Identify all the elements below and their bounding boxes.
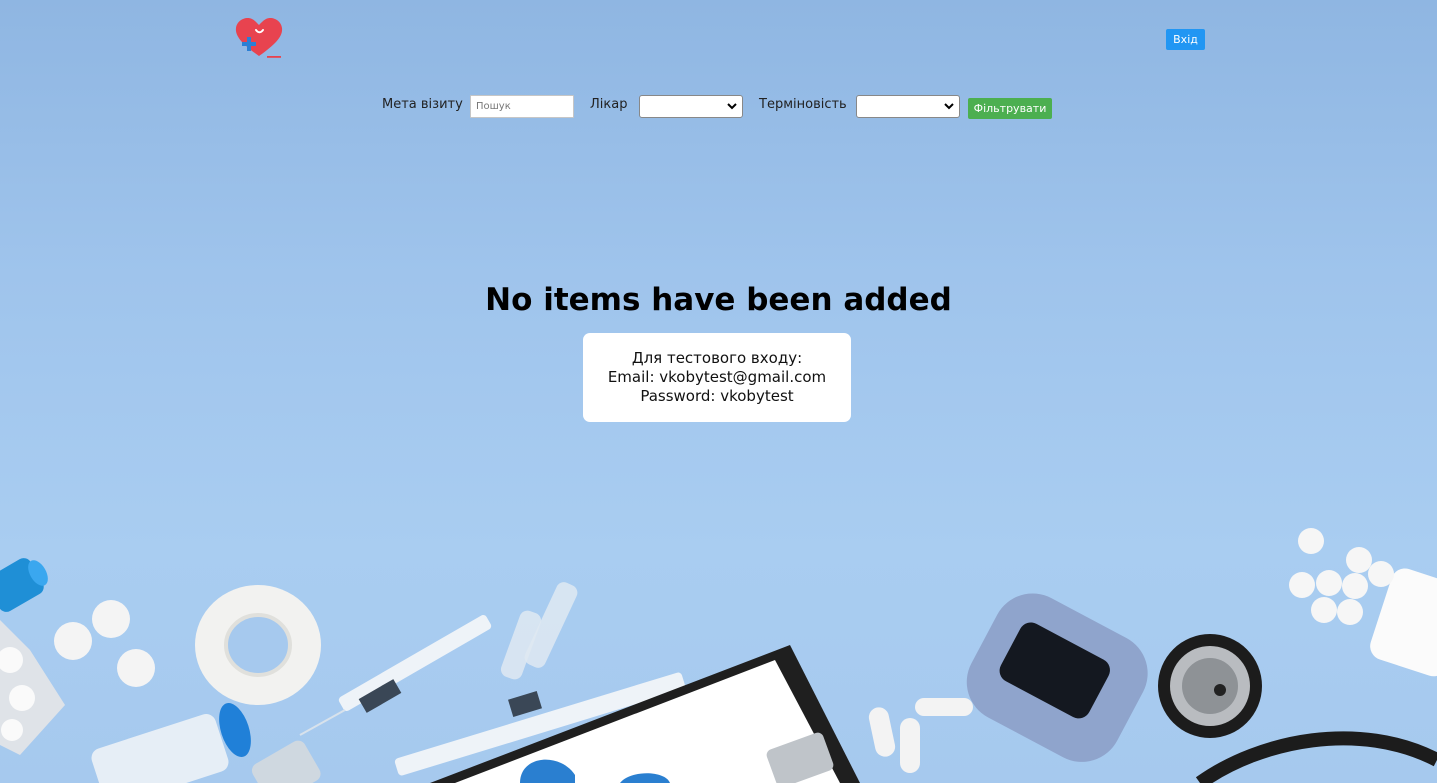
pills-icon <box>1289 528 1394 625</box>
medical-supplies-illustration <box>0 528 1437 783</box>
clipboard-icon <box>430 645 860 783</box>
urgency-select[interactable] <box>856 95 960 118</box>
heart-plus-logo[interactable] <box>234 16 284 60</box>
chevron-down-icon <box>944 103 954 110</box>
capsules-icon <box>868 698 973 773</box>
pills-icon <box>54 600 155 687</box>
purpose-filter-label: Мета візиту <box>382 97 463 112</box>
test-login-password: Password: vkobytest <box>640 387 794 405</box>
pulse-oximeter-icon <box>966 593 1148 762</box>
chevron-down-icon <box>727 103 737 110</box>
vial-cap-icon <box>0 558 48 612</box>
login-button[interactable]: Вхід <box>1166 29 1205 50</box>
test-login-email: Email: vkobytest@gmail.com <box>607 368 827 386</box>
doctor-filter-label: Лікар <box>590 97 628 112</box>
doctor-select[interactable] <box>639 95 743 118</box>
test-login-card: Для тестового входу: Email: vkobytest@gm… <box>583 333 851 422</box>
empty-state-title: No items have been added <box>485 282 952 318</box>
filter-button[interactable]: Фільтрувати <box>968 98 1052 119</box>
page: Вхід Мета візиту Лікар Терміновість Філь… <box>0 0 1437 783</box>
urgency-filter-label: Терміновість <box>759 97 847 112</box>
heart-icon <box>235 18 283 58</box>
ampoule-icon <box>500 582 578 680</box>
test-login-heading: Для тестового входу: <box>631 349 803 367</box>
search-input[interactable] <box>470 95 574 118</box>
tape-roll-icon <box>195 585 321 705</box>
vial-icon <box>91 703 321 783</box>
